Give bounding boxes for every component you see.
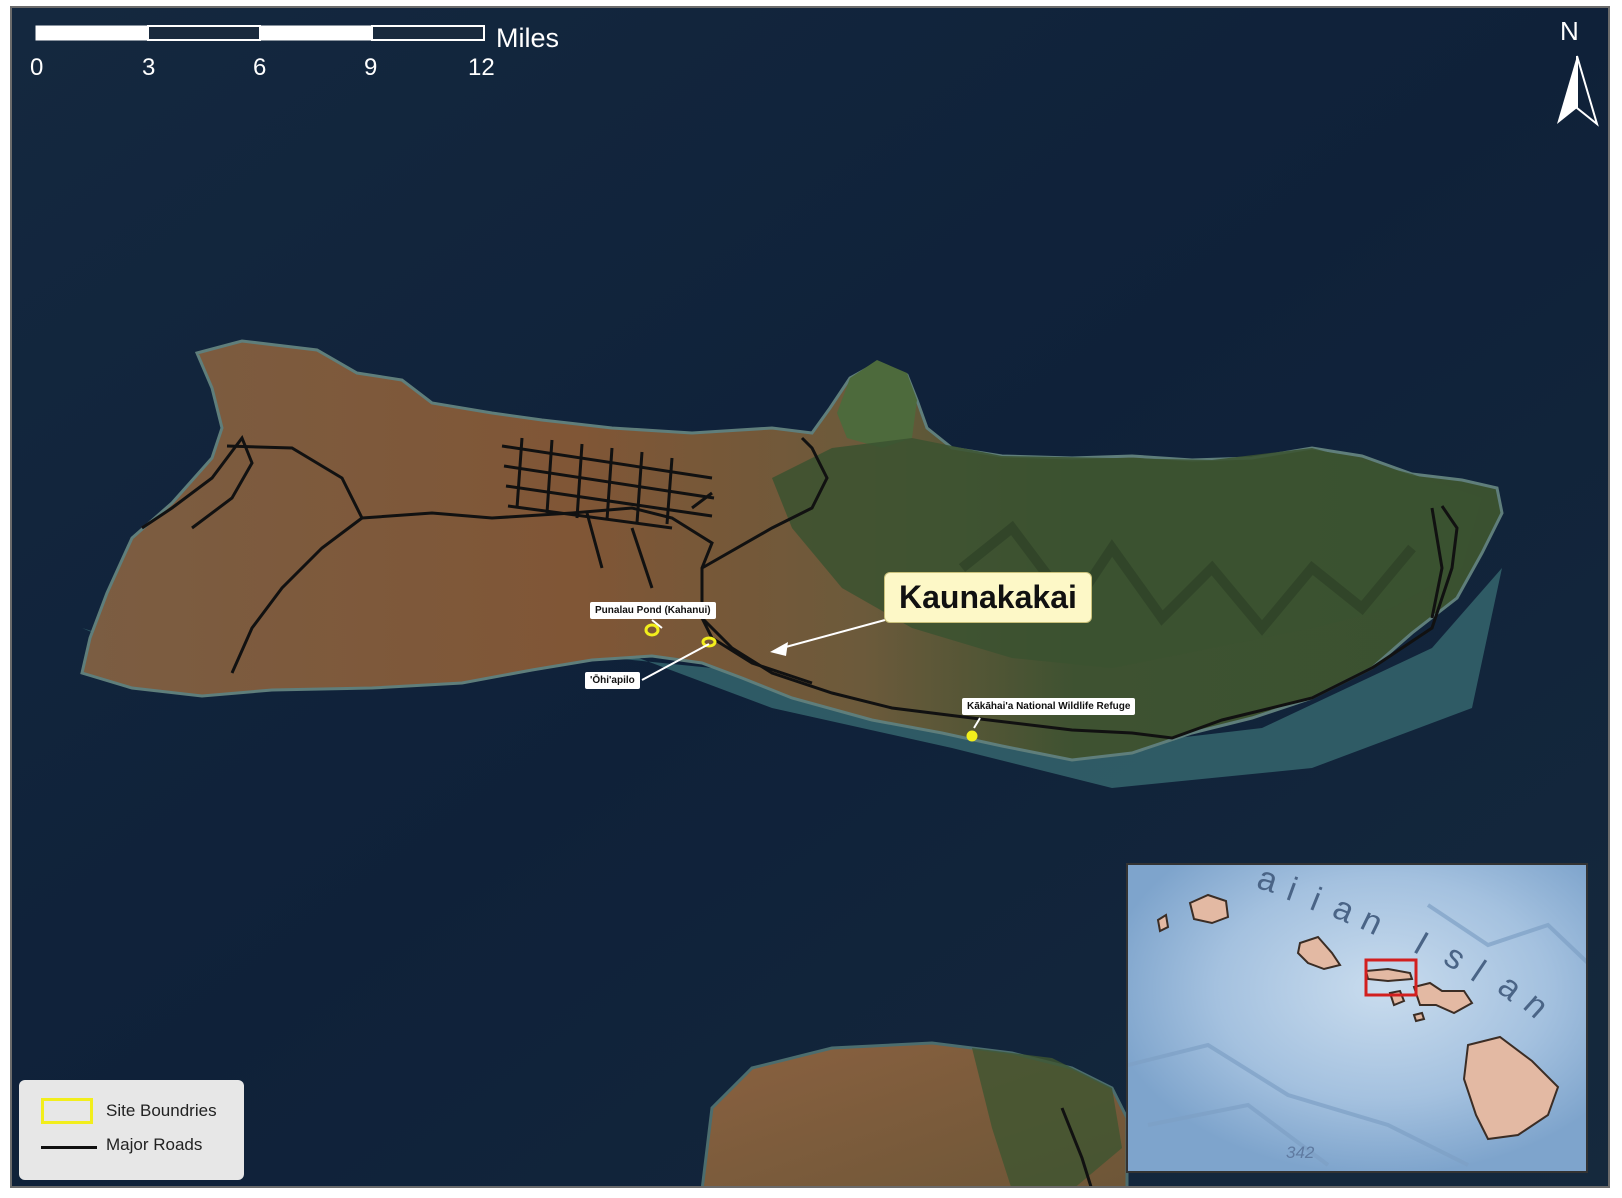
town-label-kaunakakai[interactable]: Kaunakakai <box>885 573 1091 622</box>
inset-letter-2: i <box>1281 870 1304 910</box>
scale-tick-3: 3 <box>142 54 156 81</box>
site-boundary-swatch <box>41 1098 93 1124</box>
scale-tick-12: 12 <box>468 54 495 81</box>
scale-tick-6: 6 <box>253 54 267 81</box>
label-kakahaia-refuge[interactable]: Kākāhai'a National Wildlife Refuge <box>962 698 1136 715</box>
inset-letter-8: l <box>1464 953 1494 991</box>
inset-depth-label: 342 <box>1286 1143 1315 1162</box>
scale-segment-2 <box>147 25 261 41</box>
inset-letter-10: n <box>1516 985 1558 1028</box>
map-frame: 0 3 6 9 12 Miles N Punalau Pond (Kahanui… <box>10 6 1610 1188</box>
inset-letter-5: n <box>1354 900 1391 944</box>
inset-letter-4: a <box>1327 888 1362 932</box>
inset-letter-3: i <box>1305 880 1329 920</box>
hawaii-locator-inset[interactable]: a i i a n I s l a n 342 <box>1126 863 1588 1173</box>
label-ohiapilo[interactable]: 'Ōhi'apilo <box>585 672 640 689</box>
north-label: N <box>1560 16 1579 46</box>
scale-segment-1 <box>35 25 149 41</box>
road-line-swatch <box>41 1146 97 1149</box>
scale-segment-3 <box>259 25 373 41</box>
label-punalau-pond[interactable]: Punalau Pond (Kahanui) <box>590 602 716 619</box>
map-legend: Site Boundries Major Roads <box>19 1080 244 1180</box>
legend-item-site-boundaries: Site Boundries <box>19 1098 244 1128</box>
scale-bar <box>35 25 485 41</box>
scale-segment-4 <box>371 25 485 41</box>
legend-label-site-boundaries: Site Boundries <box>106 1101 217 1120</box>
scale-unit-label: Miles <box>496 23 560 53</box>
scale-tick-9: 9 <box>364 54 378 81</box>
scale-tick-0: 0 <box>30 54 44 81</box>
inset-letter-7: s <box>1437 936 1474 980</box>
legend-label-major-roads: Major Roads <box>106 1135 203 1154</box>
inset-letter-6: I <box>1407 924 1437 964</box>
inset-chain-label: a i i a n I s l a n <box>1128 865 1586 1171</box>
inset-letter-1: a <box>1252 863 1285 902</box>
legend-item-major-roads: Major Roads <box>19 1132 244 1162</box>
site-kakahaia-boundary[interactable] <box>966 730 978 742</box>
